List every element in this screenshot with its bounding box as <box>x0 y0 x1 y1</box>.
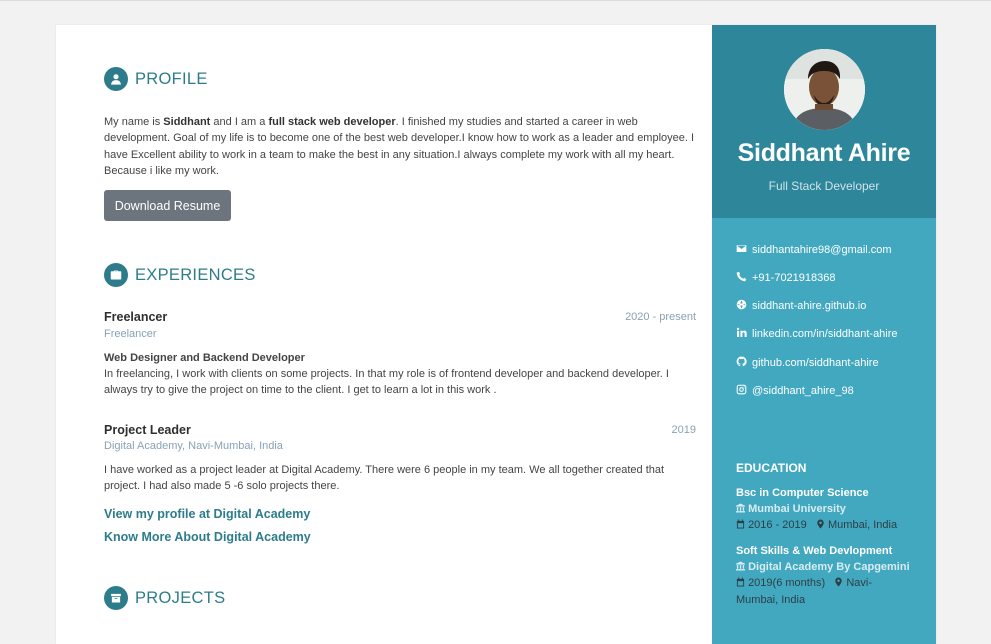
view-profile-link[interactable]: View my profile at Digital Academy <box>104 507 310 521</box>
main-column: PROFILE My name is Siddhant and I am a f… <box>56 25 712 644</box>
experience-date: 2020 - present <box>625 311 696 323</box>
phone-icon <box>736 271 752 285</box>
experience-company: Freelancer <box>104 328 157 340</box>
linkedin-icon <box>736 327 752 341</box>
education-institution: Mumbai University <box>736 503 846 516</box>
experiences-heading-text: EXPERIENCES <box>135 265 256 284</box>
experience-description: In freelancing, I work with clients on s… <box>104 368 669 397</box>
profile-heading: PROFILE <box>104 67 208 91</box>
resume-card: PROFILE My name is Siddhant and I am a f… <box>56 25 936 644</box>
education-degree: Bsc in Computer Science <box>736 487 869 499</box>
education-meta: 2016 - 2019 Mumbai, India <box>736 517 916 534</box>
contact-phone-text: +91-7021918368 <box>752 272 836 284</box>
education-institution: Digital Academy By Capgemini <box>736 561 910 574</box>
avatar <box>784 49 865 130</box>
download-resume-button[interactable]: Download Resume <box>104 190 231 221</box>
know-more-link[interactable]: Know More About Digital Academy <box>104 530 311 544</box>
experience-title: Project Leader <box>104 423 191 437</box>
projects-heading-text: PROJECTS <box>135 588 226 607</box>
education-meta: 2019(6 months) Navi-Mumbai, India <box>736 576 873 606</box>
experience-company: Digital Academy, Navi-Mumbai, India <box>104 440 283 452</box>
education-degree: Soft Skills & Web Devlopment <box>736 545 893 557</box>
experience-role: Web Designer and Backend Developer <box>104 352 305 364</box>
contact-phone[interactable]: +91-7021918368 <box>736 271 836 285</box>
calendar-icon <box>736 576 745 592</box>
archive-icon <box>104 586 128 610</box>
instagram-icon <box>736 384 752 398</box>
profile-name: Siddhant Ahire <box>737 139 911 167</box>
contact-linkedin-text: linkedin.com/in/siddhant-ahire <box>752 328 898 340</box>
experiences-heading: EXPERIENCES <box>104 263 256 287</box>
contact-email-text: siddhantahire98@gmail.com <box>752 244 892 256</box>
profile-description: My name is Siddhant and I am a full stac… <box>104 116 695 177</box>
calendar-icon <box>736 518 745 534</box>
profile-name-bold: Siddhant <box>163 116 211 128</box>
map-marker-icon <box>834 576 843 592</box>
university-icon <box>736 561 745 574</box>
sidebar-header: Siddhant Ahire Full Stack Developer <box>712 25 936 218</box>
contact-instagram[interactable]: @siddhant_ahire_98 <box>736 384 854 398</box>
envelope-icon <box>736 243 752 257</box>
profile-role: Full Stack Developer <box>768 179 880 193</box>
education-heading: EDUCATION <box>736 461 807 475</box>
github-icon <box>736 356 752 370</box>
contact-instagram-text: @siddhant_ahire_98 <box>752 385 854 397</box>
briefcase-icon <box>104 263 128 287</box>
experience-description: I have worked as a project leader at Dig… <box>104 464 665 493</box>
contact-website-text: siddhant-ahire.github.io <box>752 300 867 312</box>
university-icon <box>736 503 745 516</box>
profile-role-bold: full stack web developer <box>268 116 396 128</box>
experience-date: 2019 <box>671 424 696 436</box>
contact-website[interactable]: siddhant-ahire.github.io <box>736 299 866 313</box>
experience-title: Freelancer <box>104 310 168 324</box>
contact-github[interactable]: github.com/siddhant-ahire <box>736 356 879 370</box>
top-border <box>0 0 991 1</box>
profile-heading-text: PROFILE <box>135 69 208 88</box>
projects-heading: PROJECTS <box>104 586 225 610</box>
contact-email[interactable]: siddhantahire98@gmail.com <box>736 243 892 257</box>
sidebar: Siddhant Ahire Full Stack Developer sidd… <box>712 25 936 644</box>
globe-icon <box>736 299 752 313</box>
map-marker-icon <box>816 518 825 534</box>
contact-linkedin[interactable]: linkedin.com/in/siddhant-ahire <box>736 327 898 341</box>
contact-github-text: github.com/siddhant-ahire <box>752 357 879 369</box>
user-icon <box>104 67 128 91</box>
